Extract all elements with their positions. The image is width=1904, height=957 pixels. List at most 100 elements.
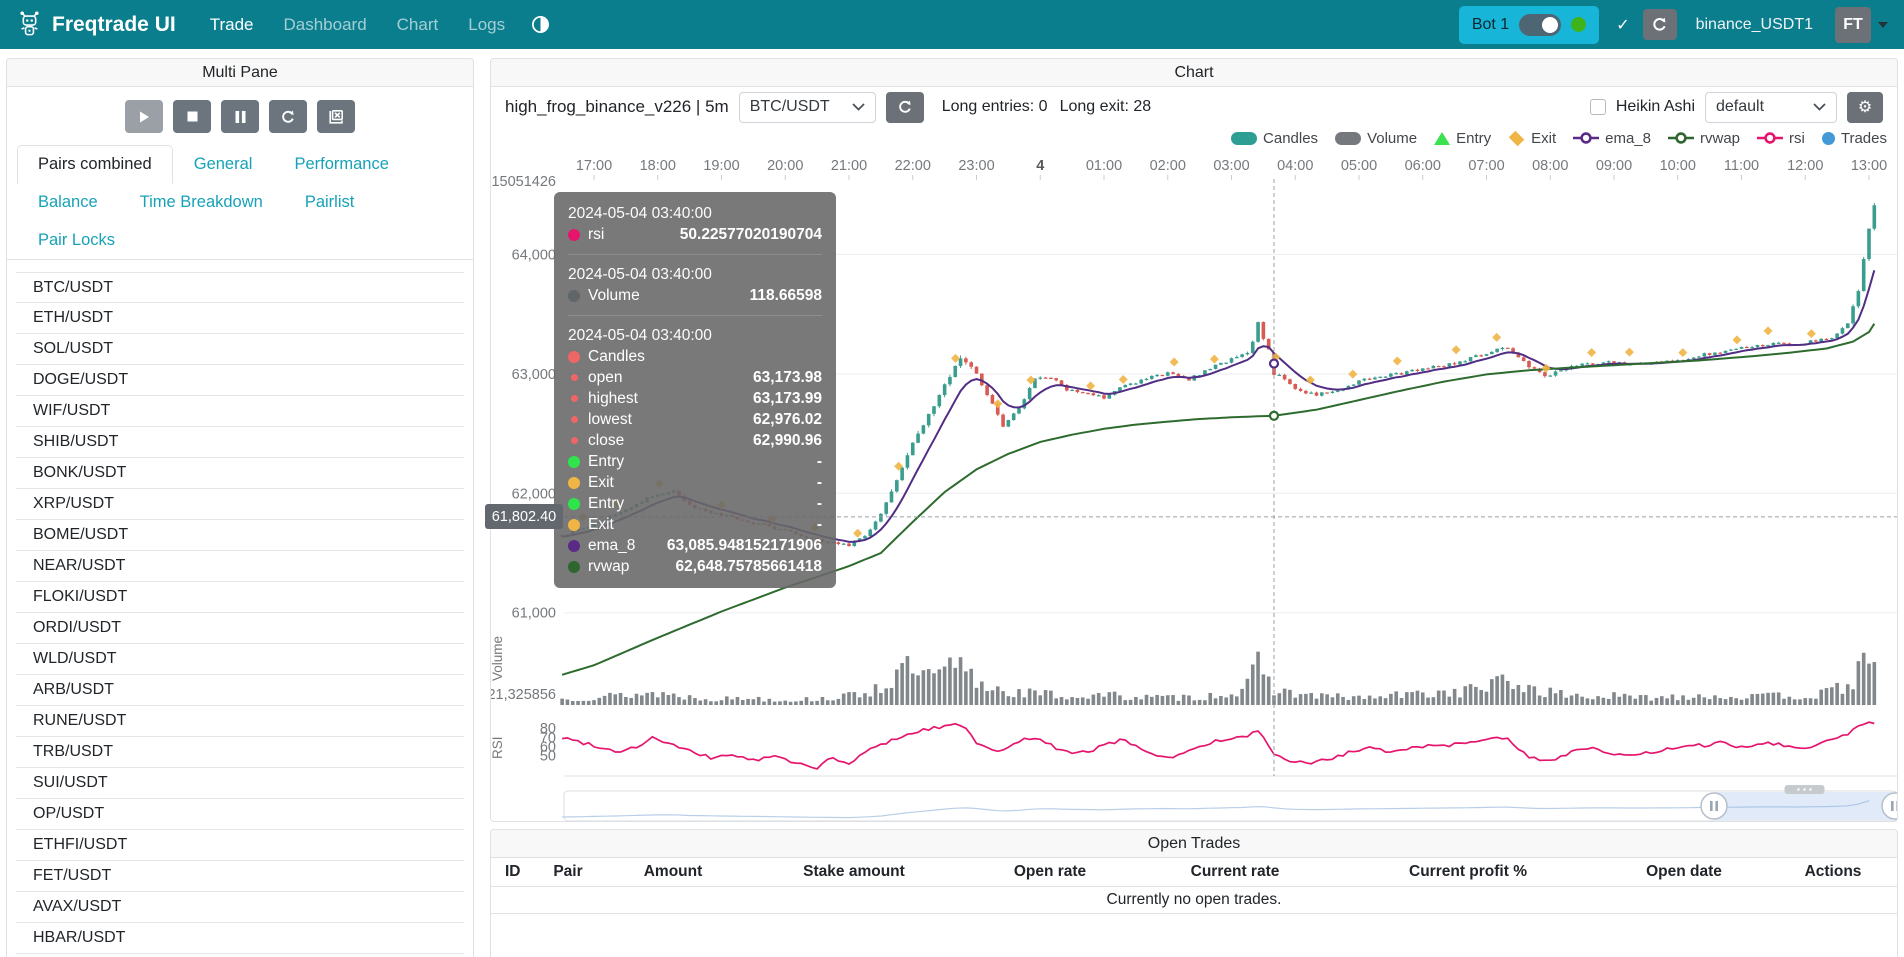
tab-performance[interactable]: Performance — [273, 145, 409, 184]
legend-item-trades[interactable]: Trades — [1822, 130, 1887, 147]
pair-row-hbar[interactable]: HBAR/USDT — [16, 923, 464, 954]
avatar-caret-icon[interactable] — [1878, 22, 1888, 28]
legend-label: Volume — [1367, 130, 1417, 147]
pair-row-doge[interactable]: DOGE/USDT — [16, 365, 464, 396]
legend-label: rvwap — [1700, 130, 1740, 147]
tooltip-row-candles: Candles — [568, 346, 822, 367]
pair-row-floki[interactable]: FLOKI/USDT — [16, 582, 464, 613]
theme-toggle-icon[interactable] — [531, 15, 550, 34]
crosshair-price-tag: 61,802.40 — [485, 504, 563, 529]
pair-row-xrp[interactable]: XRP/USDT — [16, 489, 464, 520]
tooltip-row-rsi: rsi50.22577020190704 — [568, 224, 822, 245]
legend-item-candles[interactable]: Candles — [1231, 130, 1318, 147]
legend-swatch-icon — [1231, 132, 1257, 145]
bot-toggle[interactable] — [1519, 14, 1561, 36]
legend-item-exit[interactable]: Exit — [1508, 130, 1556, 147]
tooltip-value: 118.66598 — [750, 285, 822, 306]
tab-pairs-combined[interactable]: Pairs combined — [17, 145, 173, 184]
svg-text:08:00: 08:00 — [1532, 158, 1568, 174]
tab-balance[interactable]: Balance — [17, 183, 119, 222]
series-dot-icon — [568, 540, 580, 552]
nav-link-trade[interactable]: Trade — [210, 15, 254, 35]
pair-row-avax[interactable]: AVAX/USDT — [16, 892, 464, 923]
column-header-actions[interactable]: Actions — [1805, 863, 1862, 881]
pair-row-ordi[interactable]: ORDI/USDT — [16, 613, 464, 644]
tab-pairlist[interactable]: Pairlist — [284, 183, 376, 222]
plot-settings-button[interactable]: ⚙ — [1847, 92, 1883, 123]
tooltip-value: - — [817, 451, 822, 472]
pair-row-op[interactable]: OP/USDT — [16, 799, 464, 830]
tooltip-label: open — [588, 367, 622, 388]
tooltip-group: 2024-05-04 03:40:00rsi50.22577020190704 — [568, 203, 822, 245]
nav-link-chart[interactable]: Chart — [397, 15, 439, 35]
pair-row-wld[interactable]: WLD/USDT — [16, 644, 464, 675]
nav-link-logs[interactable]: Logs — [468, 15, 505, 35]
refresh-chart-button[interactable] — [886, 92, 924, 123]
svg-text:17:00: 17:00 — [576, 158, 612, 174]
column-header-current-rate[interactable]: Current rate — [1191, 863, 1280, 881]
pair-row-arb[interactable]: ARB/USDT — [16, 675, 464, 706]
column-header-id[interactable]: ID — [505, 863, 521, 881]
pair-row-ethfi[interactable]: ETHFI/USDT — [16, 830, 464, 861]
tooltip-label: rvwap — [588, 556, 629, 577]
tab-general[interactable]: General — [173, 145, 274, 184]
pair-row-trb[interactable]: TRB/USDT — [16, 737, 464, 768]
pair-row-fet[interactable]: FET/USDT — [16, 861, 464, 892]
legend-item-ema_8[interactable]: ema_8 — [1573, 130, 1651, 147]
multi-pane-panel: Multi Pane Pairs combinedGeneralPerforma… — [6, 58, 474, 957]
plot-config-select[interactable]: default — [1705, 92, 1837, 123]
chart-panel: Chart high_frog_binance_v226 | 5m BTC/US… — [490, 58, 1898, 822]
column-header-stake-amount[interactable]: Stake amount — [803, 863, 905, 881]
legend-item-entry[interactable]: Entry — [1434, 130, 1491, 147]
svg-text:20:00: 20:00 — [767, 158, 803, 174]
nav-link-dashboard[interactable]: Dashboard — [283, 15, 366, 35]
multi-pane-tabs: Pairs combinedGeneralPerformance BalanceT… — [7, 145, 473, 260]
brand[interactable]: Freqtrade UI — [16, 11, 176, 38]
tooltip-label: ema_8 — [588, 535, 635, 556]
pair-row-sol[interactable]: SOL/USDT — [16, 334, 464, 365]
stop-bot-button[interactable] — [173, 100, 211, 133]
legend-item-rsi[interactable]: rsi — [1757, 130, 1805, 147]
reload-bot-button[interactable] — [1643, 9, 1677, 40]
tooltip-value: - — [817, 472, 822, 493]
pair-list: BTC/USDTETH/USDTSOL/USDTDOGE/USDTWIF/USD… — [16, 272, 464, 957]
open-trades-title: Open Trades — [491, 830, 1897, 858]
column-header-current-profit--[interactable]: Current profit % — [1409, 863, 1527, 881]
play-bot-button[interactable] — [125, 100, 163, 133]
cancel-chart-bot-button[interactable] — [317, 100, 355, 133]
tooltip-row-open: open63,173.98 — [568, 367, 822, 388]
chart-region[interactable]: 64,00063,00062,00061,00051505142617:0018… — [491, 149, 1897, 825]
tab-time-breakdown[interactable]: Time Breakdown — [119, 183, 284, 222]
tab-pair-locks[interactable]: Pair Locks — [17, 221, 136, 260]
reload-bot-button[interactable] — [269, 100, 307, 133]
pair-select[interactable]: BTC/USDT — [739, 92, 876, 123]
column-header-amount[interactable]: Amount — [644, 863, 703, 881]
pair-row-eth[interactable]: ETH/USDT — [16, 303, 464, 334]
pair-row-sui[interactable]: SUI/USDT — [16, 768, 464, 799]
avatar[interactable]: FT — [1835, 7, 1871, 43]
pair-row-shib[interactable]: SHIB/USDT — [16, 427, 464, 458]
legend-item-volume[interactable]: Volume — [1335, 130, 1417, 147]
navbar: Freqtrade UI Trade Dashboard Chart Logs Bot… — [0, 0, 1904, 49]
pair-row-wif[interactable]: WIF/USDT — [16, 396, 464, 427]
heikin-ashi-checkbox[interactable] — [1590, 99, 1606, 115]
legend-item-rvwap[interactable]: rvwap — [1668, 130, 1740, 147]
pair-row-bome[interactable]: BOME/USDT — [16, 520, 464, 551]
pair-row-btc[interactable]: BTC/USDT — [16, 272, 464, 303]
legend-label: ema_8 — [1605, 130, 1651, 147]
column-header-open-rate[interactable]: Open rate — [1014, 863, 1086, 881]
pair-row-near[interactable]: NEAR/USDT — [16, 551, 464, 582]
legend-label: Entry — [1456, 130, 1491, 147]
bot-selector[interactable]: Bot 1 — [1459, 6, 1599, 44]
pair-row-bonk[interactable]: BONK/USDT — [16, 458, 464, 489]
column-header-pair[interactable]: Pair — [553, 863, 582, 881]
pause-bot-button[interactable] — [221, 100, 259, 133]
pair-row-rune[interactable]: RUNE/USDT — [16, 706, 464, 737]
tooltip-row-ema_8: ema_863,085.948152171906 — [568, 535, 822, 556]
series-dot-icon — [568, 561, 580, 573]
tooltip-row-exit: Exit- — [568, 514, 822, 535]
tooltip-label: close — [588, 430, 624, 451]
column-header-open-date[interactable]: Open date — [1646, 863, 1722, 881]
chart-panel-title: Chart — [491, 59, 1897, 87]
legend-circle-icon — [1822, 132, 1835, 145]
